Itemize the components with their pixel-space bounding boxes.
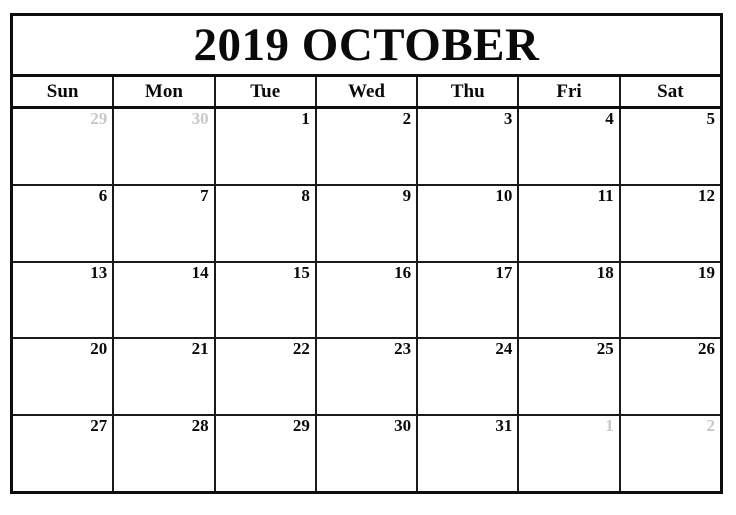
day-number: 20 (90, 339, 108, 359)
calendar-title-band: 2019 OCTOBER (13, 16, 720, 77)
day-cell[interactable]: 19 (620, 262, 720, 338)
day-cell[interactable]: 2 (316, 109, 419, 184)
day-cell[interactable]: 17 (418, 262, 520, 338)
weekday-label: Thu (450, 81, 485, 102)
day-number: 28 (191, 416, 209, 436)
weekday-label: Mon (144, 81, 183, 102)
day-number: 11 (597, 185, 614, 205)
day-number: 17 (495, 262, 513, 282)
day-number: 4 (605, 109, 614, 128)
day-number: 22 (292, 339, 310, 359)
day-cell[interactable]: 29 (215, 416, 317, 491)
day-cell[interactable]: 29 (13, 109, 115, 184)
day-number: 30 (394, 416, 412, 436)
day-number: 26 (697, 339, 715, 359)
weekday-header-thu: Thu (418, 77, 520, 106)
page-title: 2019 OCTOBER (193, 18, 540, 71)
day-number: 15 (292, 262, 310, 282)
day-number: 24 (495, 339, 513, 359)
day-cell[interactable]: 16 (316, 262, 419, 338)
weekday-header-mon: Mon (114, 77, 216, 106)
day-cell[interactable]: 27 (13, 416, 115, 491)
day-number: 2 (706, 416, 715, 436)
day-number: 7 (200, 185, 209, 205)
day-cell[interactable]: 30 (316, 416, 419, 491)
weekday-label: Fri (556, 81, 582, 102)
day-cell[interactable]: 15 (215, 262, 317, 338)
day-cell[interactable]: 11 (519, 185, 621, 261)
day-cell[interactable]: 31 (418, 416, 520, 491)
day-number: 1 (301, 109, 310, 128)
day-number: 10 (495, 185, 513, 205)
weekday-header-tue: Tue (216, 77, 317, 106)
weekday-label: Tue (250, 81, 281, 102)
weekday-header-fri: Fri (519, 77, 621, 106)
day-cell[interactable]: 7 (114, 185, 216, 261)
day-number: 27 (90, 416, 108, 436)
day-cell[interactable]: 24 (418, 339, 520, 415)
weekday-label: Sat (657, 81, 684, 102)
day-number: 1 (605, 416, 614, 436)
day-number: 12 (697, 185, 715, 205)
day-cell[interactable]: 22 (215, 339, 317, 415)
day-cell[interactable]: 6 (13, 185, 115, 261)
day-cell[interactable]: 4 (519, 109, 621, 184)
weekday-label: Sun (46, 81, 79, 102)
day-number: 23 (394, 339, 412, 359)
week-row: 29 30 1 2 3 4 5 (13, 109, 720, 186)
calendar-weeks: 29 30 1 2 3 4 5 6 7 8 9 10 11 12 13 14 1… (13, 109, 720, 491)
day-cell[interactable]: 8 (215, 185, 317, 261)
day-number: 29 (292, 416, 310, 436)
week-row: 6 7 8 9 10 11 12 (13, 185, 720, 263)
calendar-page: 2019 OCTOBER Sun Mon Tue Wed Thu Fri Sat (0, 0, 736, 515)
day-number: 13 (90, 262, 108, 282)
day-number: 8 (301, 185, 310, 205)
day-number: 31 (495, 416, 513, 436)
day-cell[interactable]: 30 (114, 109, 216, 184)
day-number: 19 (697, 262, 715, 282)
day-cell[interactable]: 20 (13, 339, 115, 415)
monthly-calendar: 2019 OCTOBER Sun Mon Tue Wed Thu Fri Sat (10, 13, 723, 494)
weekday-header-wed: Wed (317, 77, 419, 106)
day-cell[interactable]: 23 (316, 339, 419, 415)
week-row: 27 28 29 30 31 1 2 (13, 416, 720, 491)
day-number: 2 (402, 109, 412, 128)
day-cell[interactable]: 2 (620, 416, 720, 491)
day-number: 21 (191, 339, 209, 359)
day-cell[interactable]: 1 (519, 416, 621, 491)
day-number: 6 (98, 185, 108, 205)
day-cell[interactable]: 14 (114, 262, 216, 338)
day-number: 5 (706, 109, 715, 128)
week-row: 20 21 22 23 24 25 26 (13, 339, 720, 417)
day-number: 16 (394, 262, 412, 282)
day-cell[interactable]: 5 (620, 109, 720, 184)
day-cell[interactable]: 13 (13, 262, 115, 338)
weekday-header-sun: Sun (13, 77, 115, 106)
day-number: 29 (90, 109, 108, 128)
day-number: 3 (503, 109, 513, 128)
day-number: 14 (191, 262, 209, 282)
day-number: 25 (596, 339, 614, 359)
day-cell[interactable]: 10 (418, 185, 520, 261)
week-row: 13 14 15 16 17 18 19 (13, 262, 720, 340)
weekday-label: Wed (348, 81, 385, 102)
day-number: 9 (402, 185, 412, 205)
day-cell[interactable]: 21 (114, 339, 216, 415)
day-cell[interactable]: 3 (418, 109, 520, 184)
day-number: 18 (596, 262, 614, 282)
day-cell[interactable]: 28 (114, 416, 216, 491)
weekday-header-row: Sun Mon Tue Wed Thu Fri Sat (13, 77, 720, 109)
day-cell[interactable]: 26 (620, 339, 720, 415)
day-number: 30 (191, 109, 209, 128)
day-cell[interactable]: 18 (519, 262, 621, 338)
weekday-header-sat: Sat (621, 77, 720, 106)
day-cell[interactable]: 9 (316, 185, 419, 261)
day-cell[interactable]: 25 (519, 339, 621, 415)
day-cell[interactable]: 12 (620, 185, 720, 261)
day-cell[interactable]: 1 (215, 109, 317, 184)
